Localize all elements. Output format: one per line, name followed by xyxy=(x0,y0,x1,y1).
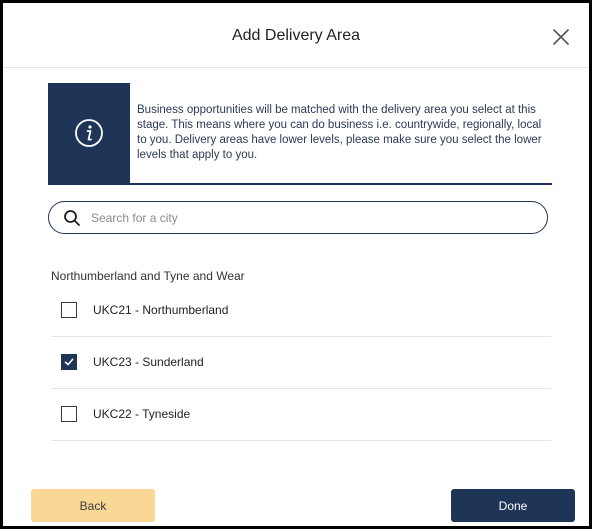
close-button[interactable] xyxy=(551,27,571,47)
list-item-label: UKC23 - Sunderland xyxy=(93,355,204,369)
add-delivery-area-modal: Add Delivery Area Business opportunities… xyxy=(0,0,592,529)
modal-title: Add Delivery Area xyxy=(231,27,361,44)
close-icon[interactable] xyxy=(551,27,571,47)
list-item-ukc21[interactable]: UKC21 - Northumberland xyxy=(51,285,551,337)
info-icon xyxy=(75,119,103,147)
checkbox-ukc22[interactable] xyxy=(61,406,77,422)
list-item-ukc22[interactable]: UKC22 - Tyneside xyxy=(51,389,551,441)
checkbox-ukc21[interactable] xyxy=(61,302,77,318)
search-input[interactable] xyxy=(89,206,533,230)
group-label: Northumberland and Tyne and Wear xyxy=(51,269,245,283)
info-box: Business opportunities will be matched w… xyxy=(48,83,552,185)
check-icon xyxy=(64,358,74,366)
info-text: Business opportunities will be matched w… xyxy=(137,104,542,161)
info-icon-panel xyxy=(48,83,130,183)
search-icon xyxy=(64,210,80,226)
list-item-label: UKC22 - Tyneside xyxy=(93,407,191,421)
list-item-ukc23[interactable]: UKC23 - Sunderland xyxy=(51,337,551,389)
search-box[interactable] xyxy=(48,201,548,234)
done-button[interactable]: Done xyxy=(451,489,575,522)
modal-header: Add Delivery Area xyxy=(3,3,589,68)
list-item-label: UKC21 - Northumberland xyxy=(93,303,229,317)
back-button[interactable]: Back xyxy=(31,489,155,522)
checkbox-ukc23[interactable] xyxy=(61,354,77,370)
